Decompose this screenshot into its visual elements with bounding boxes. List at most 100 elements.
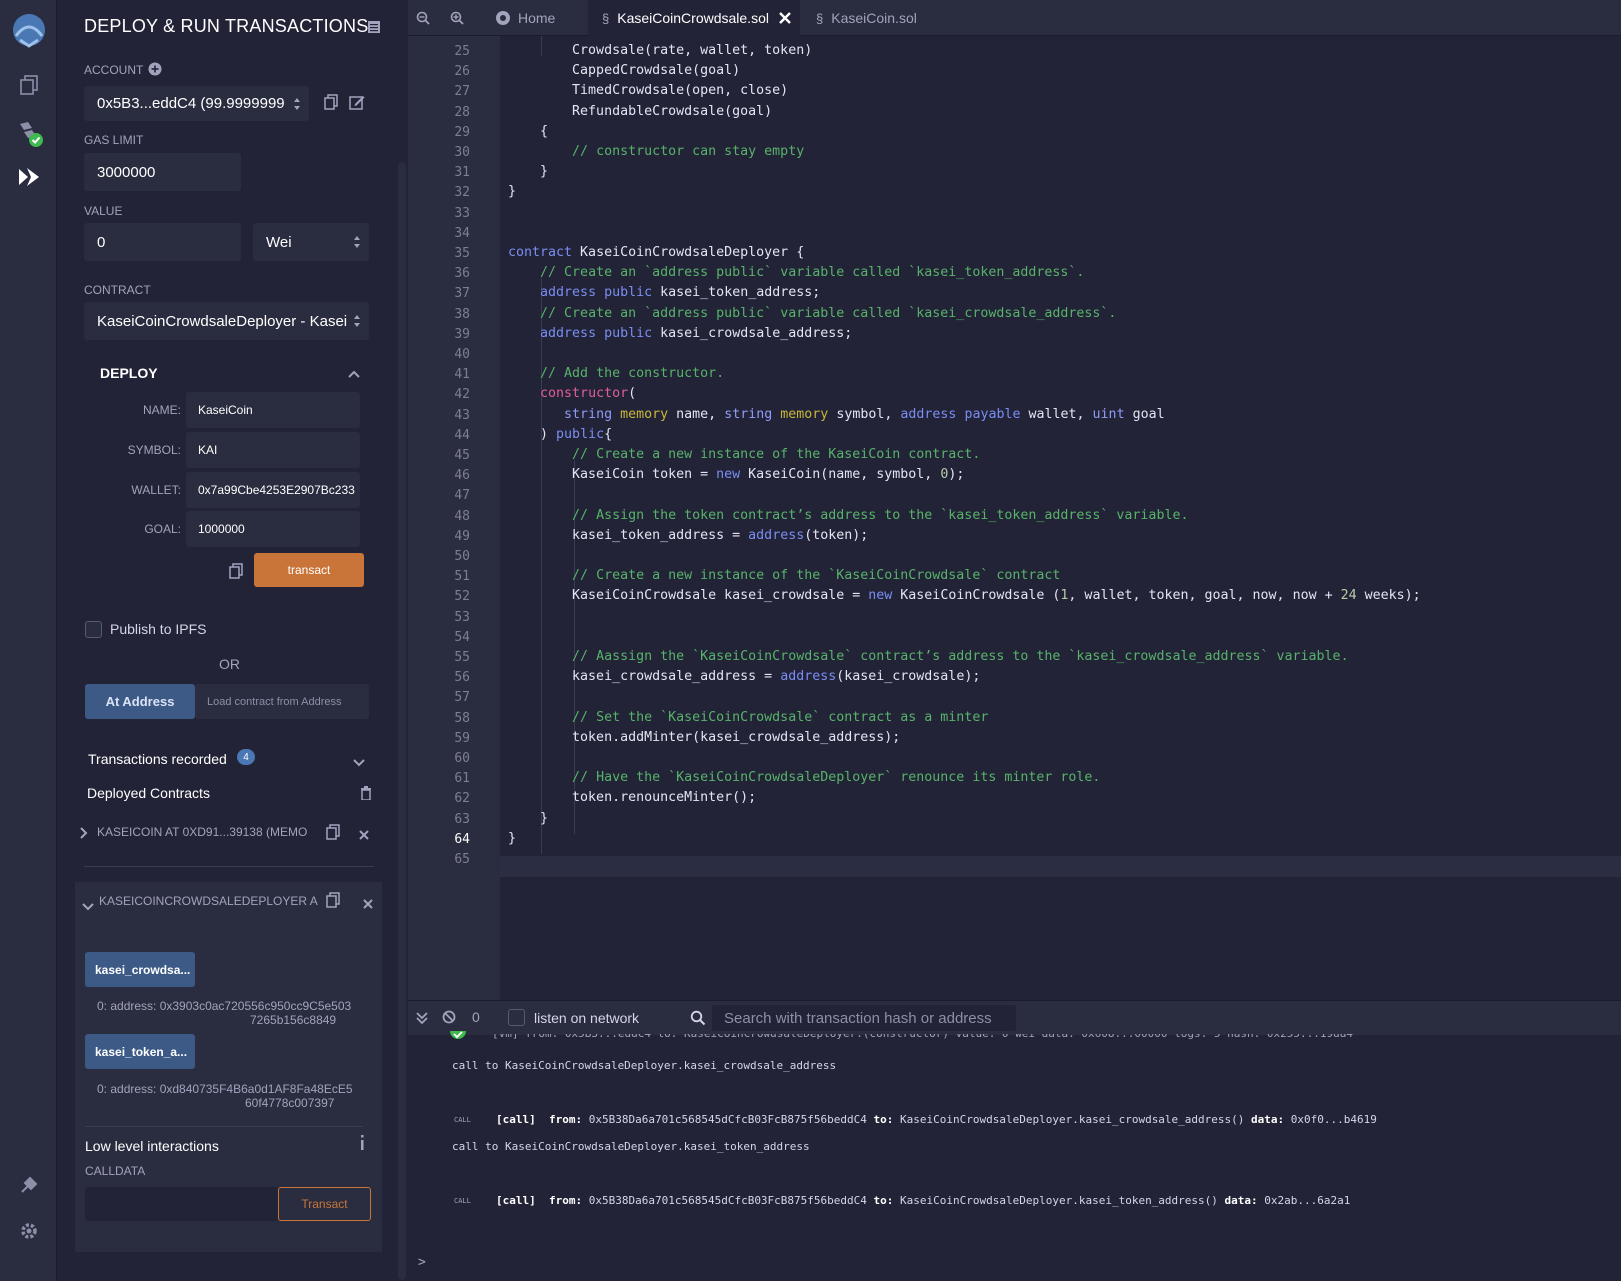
copy-instance-address-icon[interactable] <box>325 824 341 840</box>
settings-gear-icon[interactable] <box>14 1216 44 1246</box>
zoom-in-icon[interactable] <box>442 0 472 36</box>
remix-logo-icon[interactable] <box>6 10 52 50</box>
gas-limit-label: GAS LIMIT <box>84 133 144 147</box>
code-line[interactable]: kasei_crowdsale_address = address(kasei_… <box>508 669 980 684</box>
chevron-down-icon[interactable] <box>353 754 365 767</box>
code-line[interactable]: TimedCrowdsale(open, close) <box>508 83 788 98</box>
wallet-param-label: WALLET: <box>131 483 181 497</box>
add-account-plus-icon[interactable] <box>148 62 162 76</box>
code-line[interactable]: ) public{ <box>508 427 612 442</box>
code-line[interactable]: // Aassign the `KaseiCoinCrowdsale` cont… <box>508 649 1349 664</box>
code-line[interactable]: } <box>508 164 548 179</box>
terminal-prompt[interactable]: > <box>418 1255 426 1270</box>
code-line[interactable]: { <box>508 124 548 139</box>
code-line[interactable]: // Add the constructor. <box>508 366 724 381</box>
line-number: 52 <box>454 589 470 605</box>
code-line[interactable]: // Create an `address public` variable c… <box>508 265 1084 280</box>
tab-file1-label: KaseiCoinCrowdsale.sol <box>617 10 769 26</box>
close-tab-icon[interactable] <box>779 12 791 24</box>
code-line[interactable]: } <box>508 811 548 826</box>
deploy-run-icon[interactable] <box>14 162 44 192</box>
copy-instance-address-icon[interactable] <box>325 892 341 908</box>
close-instance-icon[interactable] <box>363 896 373 909</box>
low-level-transact-button[interactable]: Transact <box>278 1187 371 1221</box>
code-line[interactable]: // Create a new instance of the KaseiCoi… <box>508 447 980 462</box>
transactions-recorded-label[interactable]: Transactions recorded <box>88 751 227 767</box>
code-line[interactable]: KaseiCoinCrowdsale kasei_crowdsale = new… <box>508 588 1421 603</box>
panel-scrollbar[interactable] <box>398 162 406 1280</box>
tab-kaseicoin[interactable]: § KaseiCoin.sol <box>802 0 932 36</box>
copy-account-icon[interactable] <box>323 94 339 110</box>
code-line[interactable]: token.addMinter(kasei_crowdsale_address)… <box>508 730 900 745</box>
gas-limit-input[interactable]: 3000000 <box>84 153 241 191</box>
code-line[interactable]: string memory name, string memory symbol… <box>508 407 1165 422</box>
code-line[interactable]: KaseiCoin token = new KaseiCoin(name, sy… <box>508 467 964 482</box>
load-address-input[interactable]: Load contract from Address <box>195 684 369 719</box>
calldata-input[interactable] <box>85 1187 278 1221</box>
code-line[interactable]: // Have the `KaseiCoinCrowdsaleDeployer`… <box>508 770 1100 785</box>
trash-icon[interactable] <box>360 786 372 801</box>
code-line[interactable]: // Assign the token contract’s address t… <box>508 508 1188 523</box>
code-line[interactable]: kasei_token_address = address(token); <box>508 528 868 543</box>
account-value: 0x5B3...eddC4 (99.9999999 <box>97 95 285 112</box>
symbol-param-input[interactable]: KAI <box>186 432 360 468</box>
code-line[interactable]: RefundableCrowdsale(goal) <box>508 104 772 119</box>
clear-console-icon[interactable] <box>442 1010 456 1024</box>
code-line[interactable]: contract KaseiCoinCrowdsaleDeployer { <box>508 245 804 260</box>
account-select[interactable]: 0x5B3...eddC4 (99.9999999 <box>84 86 309 121</box>
code-line[interactable]: address public kasei_token_address; <box>508 285 820 300</box>
collapse-terminal-icon[interactable] <box>416 1011 428 1025</box>
value-unit-select[interactable]: Wei <box>253 223 369 261</box>
chevron-down-icon[interactable] <box>82 898 94 911</box>
code-line[interactable]: // constructor can stay empty <box>508 144 804 159</box>
terminal-call1-detail[interactable]: [call] from: 0x5B38Da6a701c568545dCfcB03… <box>496 1113 1377 1126</box>
instance-kaseicoin-title[interactable]: KASEICOIN AT 0XD91...39138 (MEMO <box>97 825 307 839</box>
listen-network-checkbox[interactable] <box>508 1009 525 1026</box>
chevron-up-icon[interactable] <box>347 366 361 378</box>
line-number: 26 <box>454 64 470 80</box>
docs-icon[interactable] <box>368 20 380 33</box>
solidity-compiler-icon[interactable] <box>14 118 44 148</box>
copy-calldata-icon[interactable] <box>228 563 244 579</box>
terminal-search-input[interactable]: Search with transaction hash or address <box>712 1005 1016 1031</box>
call-tag-icon: CALL <box>454 1197 471 1205</box>
edit-account-icon[interactable] <box>349 94 365 110</box>
plugin-manager-icon[interactable] <box>14 1170 44 1200</box>
code-line[interactable]: address public kasei_crowdsale_address; <box>508 326 852 341</box>
code-line[interactable]: constructor( <box>508 386 636 401</box>
value-input[interactable]: 0 <box>84 223 241 261</box>
code-line[interactable]: // Create an `address public` variable c… <box>508 306 1116 321</box>
kasei-crowdsale-address-button[interactable]: kasei_crowdsa... <box>85 952 195 987</box>
transact-button[interactable]: transact <box>254 553 364 587</box>
code-line[interactable]: Crowdsale(rate, wallet, token) <box>508 43 812 58</box>
zoom-out-icon[interactable] <box>408 0 438 36</box>
goal-param-input[interactable]: 1000000 <box>186 511 360 547</box>
file-explorer-icon[interactable] <box>14 70 44 100</box>
contract-select[interactable]: KaseiCoinCrowdsaleDeployer - Kasei <box>84 302 369 340</box>
line-number: 54 <box>454 629 470 645</box>
line-number: 31 <box>454 165 470 181</box>
instance-deployer-title[interactable]: KASEICOINCROWDSALEDEPLOYER A <box>99 894 318 908</box>
code-line[interactable]: // Create a new instance of the `KaseiCo… <box>508 568 1060 583</box>
tab-home[interactable]: Home <box>480 0 578 36</box>
code-line[interactable]: // Set the `KaseiCoinCrowdsale` contract… <box>508 710 988 725</box>
info-icon[interactable] <box>359 1135 365 1151</box>
terminal-call2-detail[interactable]: [call] from: 0x5B38Da6a701c568545dCfcB03… <box>496 1194 1350 1207</box>
select-arrows-icon <box>294 97 300 110</box>
name-param-input[interactable]: KaseiCoin <box>186 392 360 428</box>
wallet-param-input[interactable]: 0x7a99Cbe4253E2907Bc233 <box>186 472 360 508</box>
publish-ipfs-checkbox[interactable] <box>85 621 102 638</box>
kasei-token-address-button[interactable]: kasei_token_a... <box>85 1034 195 1069</box>
code-line[interactable]: CappedCrowdsale(goal) <box>508 63 740 78</box>
tab-kaseicoincrowdsale[interactable]: § KaseiCoinCrowdsale.sol <box>588 0 800 36</box>
chevron-right-icon[interactable] <box>80 826 88 839</box>
symbol-param-label: SYMBOL: <box>127 443 181 457</box>
close-instance-icon[interactable] <box>359 827 369 840</box>
code-line[interactable]: token.renounceMinter(); <box>508 790 756 805</box>
name-param-label: NAME: <box>142 403 181 417</box>
code-editor[interactable]: Crowdsale(rate, wallet, token) CappedCro… <box>500 36 1621 1000</box>
indent-guide <box>541 278 542 854</box>
code-line[interactable]: } <box>508 184 516 199</box>
code-line[interactable]: } <box>508 831 516 846</box>
at-address-button[interactable]: At Address <box>85 684 195 719</box>
